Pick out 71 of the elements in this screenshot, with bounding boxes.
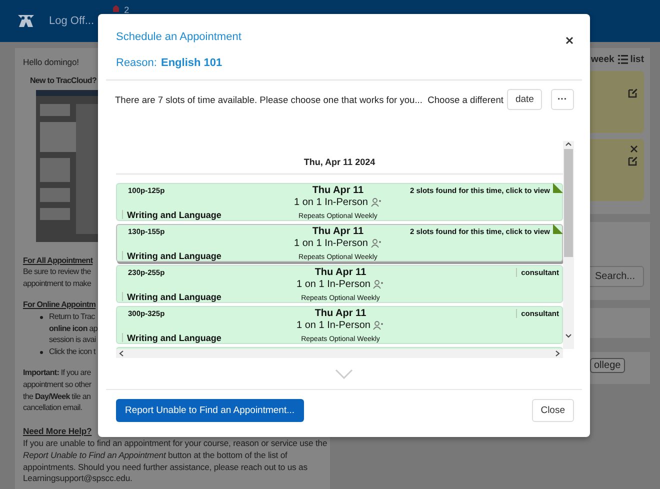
reason-label: Reason:	[116, 57, 157, 69]
corner-flag-icon	[553, 182, 563, 193]
slot-date: Thu Apr 11	[314, 266, 366, 279]
section-heading: Need More Help?	[23, 426, 92, 438]
section-heading: For All Appointment	[23, 254, 93, 266]
body-text: the Day/Week tile an	[23, 390, 91, 402]
bullet-icon	[40, 316, 43, 319]
subject-label: Writing and Language	[127, 210, 222, 220]
body-text: appointment to make	[23, 278, 92, 290]
person-icon	[373, 321, 384, 330]
tag: ollege	[590, 358, 625, 373]
scroll-left-icon[interactable]	[119, 350, 124, 358]
availability-message: There are 7 slots of time available. Please choose one that works for you... Choose a different	[115, 94, 504, 104]
divider-icon	[122, 210, 123, 220]
horizontal-scrollbar[interactable]	[116, 349, 563, 358]
body-text: session is avai	[48, 334, 96, 346]
body-text: appointment so other	[23, 378, 92, 391]
divider-icon	[122, 251, 123, 260]
body-text: appointments. Should you need further assistance, please reach out to us as	[23, 462, 308, 474]
list-item: Return to Trac	[49, 310, 95, 323]
list-icon	[618, 55, 628, 64]
week-view-tab[interactable]: week	[591, 54, 614, 65]
close-icon[interactable]	[630, 145, 638, 153]
report-unable-button[interactable]: Report Unable to Find an Appointment...	[116, 399, 304, 422]
scroll-down-icon[interactable]	[565, 333, 572, 339]
divider-icon	[122, 292, 123, 302]
edit-icon[interactable]	[628, 88, 638, 98]
list-item: Click the icon t	[49, 346, 96, 358]
divider-icon	[516, 309, 518, 318]
dialog-title: Schedule an Appointment	[116, 31, 242, 43]
body-text: Learningsupport@spscc.edu.	[23, 473, 132, 486]
subject-label: Writing and Language	[127, 292, 222, 302]
session-mode: 1 on 1 In-Person	[294, 197, 368, 208]
reason-value: English 101	[160, 57, 222, 69]
scroll-right-icon[interactable]	[555, 350, 560, 358]
log-off-link[interactable]: Log Off...	[49, 15, 94, 27]
person-icon	[373, 280, 384, 290]
body-text: online icon ap	[48, 322, 98, 334]
corner-flag-icon	[553, 224, 563, 234]
intro-heading: New to TracCloud?	[30, 74, 96, 87]
greeting-text: Hello domingo!	[23, 57, 79, 69]
scroll-up-icon[interactable]	[565, 141, 572, 147]
divider-icon	[516, 268, 518, 278]
slot-date: Thu Apr 11	[312, 226, 364, 238]
divider-icon	[122, 333, 123, 342]
body-text: Important: If you are	[23, 366, 91, 379]
edit-icon[interactable]	[628, 156, 638, 166]
slot-date: Thu Apr 11	[312, 184, 364, 197]
vertical-scrollbar[interactable]	[563, 141, 574, 349]
logo-icon[interactable]	[16, 13, 36, 29]
body-text: Be sure to review the	[23, 266, 91, 278]
subject-label: Writing and Language	[127, 332, 222, 343]
body-text: If you are unable to find an appointment for your course, reason or service use the	[23, 438, 328, 450]
session-mode: 1 on 1 In-Person	[294, 238, 368, 250]
person-icon	[370, 198, 382, 208]
slot-date: Thu Apr 11	[314, 308, 366, 320]
body-text: Report Unable to Find an Appointment button at the bottom of the list of	[23, 450, 288, 462]
person-icon	[370, 239, 382, 248]
day-header: Thu, Apr 11 2024	[302, 156, 376, 169]
date-button[interactable]: date	[507, 89, 542, 110]
close-button[interactable]: Close	[532, 399, 574, 422]
section-heading: For Online Appointm	[23, 298, 96, 311]
bullet-icon	[40, 351, 43, 354]
session-mode: 1 on 1 In-Person	[296, 279, 370, 290]
more-button[interactable]: ···	[550, 89, 574, 110]
close-icon	[565, 36, 574, 45]
notification-count: 2	[124, 6, 130, 14]
subject-label: Writing and Language	[127, 250, 222, 261]
list-view-tab[interactable]: list	[618, 54, 644, 65]
session-mode: 1 on 1 In-Person	[296, 320, 370, 332]
body-text: cancellation email.	[23, 402, 82, 414]
